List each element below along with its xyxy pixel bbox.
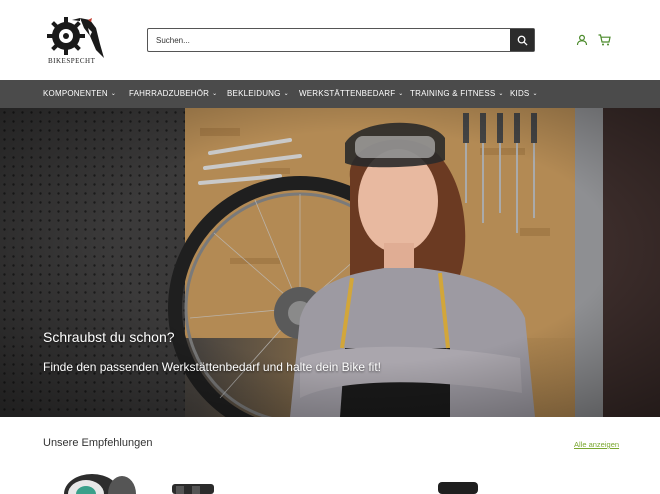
cart-button[interactable] [597,33,611,47]
hero-title: Schraubst du schon? [43,329,175,345]
search-bar [147,28,535,52]
nav-item-werkstaettenbedarf[interactable]: WERKSTÄTTENBEDARF ⌄ [299,80,404,108]
hero-subtitle: Finde den passenden Werkstättenbedarf un… [43,360,381,374]
product-image[interactable] [432,470,482,494]
chevron-down-icon: ⌄ [532,91,538,97]
account-button[interactable] [575,33,589,47]
search-input[interactable] [148,29,510,51]
nav-item-bekleidung[interactable]: BEKLEIDUNG ⌄ [227,80,289,108]
search-icon [517,35,528,46]
product-image[interactable] [168,470,218,494]
nav-item-fahrradzubehoer[interactable]: FAHRRADZUBEHÖR ⌄ [129,80,217,108]
pedal-icon [172,484,214,494]
cart-icon [598,34,611,46]
recommendations-heading: Unsere Empfehlungen [43,437,153,449]
chevron-down-icon: ⌄ [212,91,218,97]
woodpecker-gear-icon [47,17,104,58]
nav-item-komponenten[interactable]: KOMPONENTEN ⌄ [43,80,116,108]
tape-roll-icon [64,474,136,494]
grip-icon [438,482,478,494]
main-navigation: KOMPONENTEN ⌄ FAHRRADZUBEHÖR ⌄ BEKLEIDUNG ⌄… [0,80,660,108]
product-image[interactable] [62,470,142,494]
nav-item-kids[interactable]: KIDS ⌄ [510,80,538,108]
search-button[interactable] [510,29,534,51]
chevron-down-icon: ⌄ [110,91,117,97]
brand-name: BIKESPECHT [48,57,96,65]
show-all-link[interactable]: Alle anzeigen [574,440,619,449]
chevron-down-icon: ⌄ [498,91,504,97]
chevron-down-icon: ⌄ [398,91,404,97]
chevron-down-icon: ⌄ [283,91,289,97]
hero-banner[interactable]: Schraubst du schon? Finde den passenden … [0,108,660,417]
user-icon [576,34,588,46]
nav-item-training-fitness[interactable]: TRAINING & FITNESS ⌄ [410,80,504,108]
site-header: BIKESPECHT [0,0,660,80]
